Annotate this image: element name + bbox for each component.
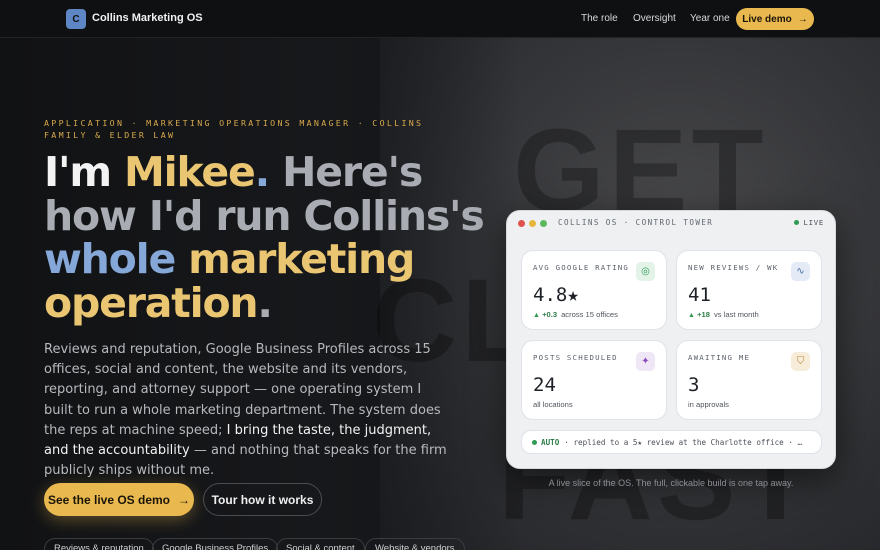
nav-link-year-one[interactable]: Year one: [690, 13, 730, 24]
pulse-icon: ∿: [791, 262, 810, 281]
live-label: LIVE: [803, 218, 824, 227]
chip-gbp[interactable]: Google Business Profiles: [152, 538, 279, 550]
headline-part: .: [257, 278, 273, 327]
shield-icon: ⛉: [791, 352, 810, 371]
status-dot-icon: [532, 439, 537, 445]
ticker-text: · replied to a 5★ review at the Charlott…: [564, 437, 803, 447]
headline-part: .: [254, 148, 271, 196]
tile-label: NEW REVIEWS / WK: [688, 263, 779, 272]
hero-description: Reviews and reputation, Google Business …: [44, 340, 454, 481]
up-arrow-icon: ▲: [533, 312, 540, 319]
tile-avg-rating[interactable]: AVG GOOGLE RATING ◎ 4.8★ ▲ +0.3 across 15…: [521, 250, 667, 330]
chip-website[interactable]: Website & vendors: [365, 538, 465, 550]
live-dot-icon: [794, 220, 800, 225]
brand-name[interactable]: Collins Marketing OS: [92, 12, 203, 24]
up-arrow-icon: ▲: [688, 312, 695, 319]
tile-delta: +0.3: [542, 310, 558, 319]
nav-link-the-role[interactable]: The role: [581, 13, 618, 24]
logo-icon[interactable]: C: [66, 9, 86, 29]
tile-sub-text: vs last month: [713, 310, 759, 319]
nav-link-oversight[interactable]: Oversight: [633, 13, 676, 24]
tour-button[interactable]: Tour how it works: [203, 483, 322, 516]
target-icon: ◎: [636, 262, 655, 281]
headline-part: I'm: [44, 148, 125, 196]
tile-sub-text: all locations: [533, 400, 573, 409]
tile-value: 4.8★: [533, 284, 579, 306]
top-nav: C Collins Marketing OS The role Oversigh…: [0, 0, 880, 38]
dashboard-caption: A live slice of the OS. The full, clicka…: [548, 478, 794, 488]
arrow-right-icon: →: [178, 492, 191, 507]
tile-sub-text: across 15 offices: [561, 310, 618, 319]
tile-value: 3: [688, 374, 700, 396]
close-dot-icon: [518, 220, 525, 227]
window-bar: COLLINS OS · CONTROL TOWER LIVE: [507, 211, 835, 235]
chip-social[interactable]: Social & content: [276, 538, 365, 550]
see-live-demo-button[interactable]: See the live OS demo →: [44, 483, 194, 516]
tile-value: 41: [688, 284, 711, 306]
ticker-tag: AUTO: [541, 437, 560, 447]
tile-label: AVG GOOGLE RATING: [533, 263, 630, 272]
live-indicator: LIVE: [794, 218, 824, 227]
tile-sub-text: in approvals: [688, 400, 729, 409]
activity-ticker[interactable]: AUTO · replied to a 5★ review at the Cha…: [521, 430, 822, 454]
tile-awaiting-me[interactable]: AWAITING ME ⛉ 3 in approvals: [676, 340, 822, 420]
minimize-dot-icon: [529, 220, 536, 227]
tile-new-reviews[interactable]: NEW REVIEWS / WK ∿ 41 ▲ +18 vs last month: [676, 250, 822, 330]
tile-value: 24: [533, 374, 556, 396]
card-title: COLLINS OS · CONTROL TOWER: [558, 218, 714, 227]
arrow-right-icon: →: [797, 13, 808, 25]
tile-delta: +18: [697, 310, 710, 319]
live-demo-button[interactable]: Live demo →: [736, 8, 814, 30]
live-demo-label: Live demo: [742, 13, 792, 25]
headline-name: Mikee: [124, 148, 256, 196]
control-tower-card: COLLINS OS · CONTROL TOWER LIVE AVG GOOG…: [506, 210, 836, 469]
tile-posts-scheduled[interactable]: POSTS SCHEDULED ✦ 24 all locations: [521, 340, 667, 420]
chip-reviews[interactable]: Reviews & reputation: [44, 538, 154, 550]
headline-part: whole: [44, 235, 176, 283]
tile-label: POSTS SCHEDULED: [533, 353, 618, 362]
maximize-dot-icon: [540, 220, 547, 227]
sparkle-icon: ✦: [636, 352, 655, 371]
page-title: I'm Mikee. Here's how I'd run Collins's …: [44, 148, 485, 327]
hero-eyebrow: Application · Marketing Operations Manag…: [44, 118, 424, 140]
tile-sub: ▲ +0.3 across 15 offices: [533, 310, 618, 319]
tile-sub: ▲ +18 vs last month: [688, 310, 759, 319]
primary-cta-label: See the live OS demo: [47, 492, 171, 507]
tile-label: AWAITING ME: [688, 353, 751, 362]
